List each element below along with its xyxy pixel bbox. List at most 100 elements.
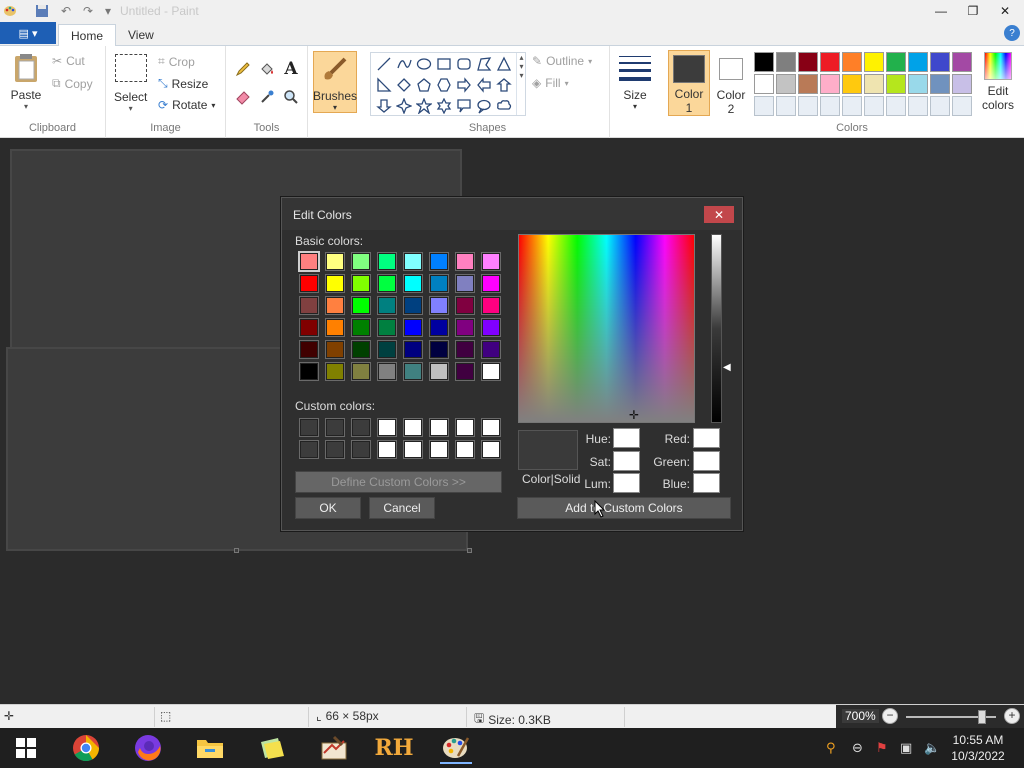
rounded-rectangle-shape-icon[interactable] (454, 54, 474, 74)
right-triangle-shape-icon[interactable] (374, 75, 394, 95)
basic-color-swatch[interactable] (299, 296, 319, 315)
volume-icon[interactable]: 🔈 (924, 740, 940, 756)
palette-color-swatch[interactable] (776, 74, 796, 94)
fill-button[interactable]: ◈ Fill ▾ (532, 76, 569, 90)
tab-home[interactable]: Home (58, 24, 117, 46)
triangle-shape-icon[interactable] (494, 54, 514, 74)
redo-icon[interactable]: ↷ (80, 3, 96, 19)
security-flag-icon[interactable]: ⚑ (876, 740, 888, 756)
palette-color-swatch[interactable] (908, 52, 928, 72)
canvas-resize-handle-corner[interactable] (467, 548, 472, 553)
basic-color-swatch[interactable] (403, 318, 423, 337)
basic-color-swatch[interactable] (403, 362, 423, 381)
tab-view[interactable]: View (116, 24, 166, 46)
green-input[interactable] (693, 451, 720, 471)
basic-color-swatch[interactable] (455, 318, 475, 337)
custom-color-swatch[interactable] (299, 418, 319, 437)
blue-input[interactable] (693, 473, 720, 493)
file-menu-button[interactable]: ▤ ▾ (0, 22, 56, 44)
network-icon[interactable]: ▣ (900, 740, 912, 756)
custom-color-swatch[interactable] (299, 440, 319, 459)
hexagon-shape-icon[interactable] (434, 75, 454, 95)
four-point-star-shape-icon[interactable] (394, 96, 414, 116)
ok-button[interactable]: OK (295, 497, 361, 519)
custom-color-swatch[interactable] (351, 418, 371, 437)
basic-color-swatch[interactable] (351, 252, 371, 271)
palette-color-swatch[interactable] (886, 74, 906, 94)
basic-color-swatch[interactable] (377, 296, 397, 315)
custom-color-swatch[interactable] (481, 440, 501, 459)
search-icon[interactable]: ⚲ (826, 740, 836, 756)
custom-color-swatch[interactable] (455, 418, 475, 437)
palette-color-swatch[interactable] (798, 52, 818, 72)
basic-color-swatch[interactable] (481, 362, 501, 381)
basic-color-swatch[interactable] (403, 340, 423, 359)
basic-color-swatch[interactable] (481, 340, 501, 359)
palette-color-swatch[interactable] (842, 52, 862, 72)
custom-color-swatch[interactable] (377, 418, 397, 437)
rotate-button[interactable]: ⟳ Rotate ▾ (158, 98, 215, 112)
file-explorer-icon[interactable] (194, 732, 226, 764)
add-to-custom-colors-button[interactable]: Add to Custom Colors (517, 497, 731, 519)
diamond-shape-icon[interactable] (394, 75, 414, 95)
basic-color-swatch[interactable] (299, 318, 319, 337)
basic-color-swatch[interactable] (403, 274, 423, 293)
define-custom-colors-button[interactable]: Define Custom Colors >> (295, 471, 502, 493)
basic-color-swatch[interactable] (325, 296, 345, 315)
basic-color-swatch[interactable] (325, 318, 345, 337)
pentagon-shape-icon[interactable] (414, 75, 434, 95)
palette-empty-swatch[interactable] (776, 96, 796, 116)
edit-colors-button[interactable]: Edit colors (976, 52, 1020, 112)
palette-empty-swatch[interactable] (754, 96, 774, 116)
text-tool-icon[interactable]: A (280, 58, 302, 80)
basic-color-swatch[interactable] (429, 274, 449, 293)
basic-color-swatch[interactable] (351, 318, 371, 337)
down-arrow-shape-icon[interactable] (374, 96, 394, 116)
basic-color-swatch[interactable] (351, 340, 371, 359)
six-point-star-shape-icon[interactable] (434, 96, 454, 116)
magnifier-icon[interactable] (280, 86, 302, 108)
palette-empty-swatch[interactable] (952, 96, 972, 116)
lum-input[interactable] (613, 473, 640, 493)
color1-button[interactable]: Color 1 (668, 50, 710, 116)
basic-color-swatch[interactable] (455, 296, 475, 315)
windows-start-icon[interactable] (10, 732, 42, 764)
custom-color-swatch[interactable] (455, 440, 475, 459)
palette-color-swatch[interactable] (798, 74, 818, 94)
cut-button[interactable]: ✂ Cut (52, 54, 85, 68)
canvas-resize-handle-bottom[interactable] (234, 548, 239, 553)
red-input[interactable] (693, 428, 720, 448)
basic-color-swatch[interactable] (325, 252, 345, 271)
hue-input[interactable] (613, 428, 640, 448)
sticky-notes-icon[interactable] (256, 732, 288, 764)
palette-color-swatch[interactable] (864, 52, 884, 72)
undo-icon[interactable]: ↶ (58, 3, 74, 19)
custom-color-swatch[interactable] (403, 418, 423, 437)
curve-shape-icon[interactable] (394, 54, 414, 74)
notification-minus-icon[interactable]: ⊖ (852, 740, 863, 756)
rh-app-icon[interactable]: RH (374, 732, 413, 764)
right-arrow-shape-icon[interactable] (454, 75, 474, 95)
basic-color-swatch[interactable] (455, 340, 475, 359)
palette-color-swatch[interactable] (908, 74, 928, 94)
size-button[interactable]: Size ▾ (619, 52, 651, 111)
basic-color-swatch[interactable] (325, 340, 345, 359)
basic-color-swatch[interactable] (299, 362, 319, 381)
basic-color-swatch[interactable] (298, 251, 320, 272)
palette-color-swatch[interactable] (952, 52, 972, 72)
fill-bucket-icon[interactable] (256, 58, 278, 80)
palette-empty-swatch[interactable] (886, 96, 906, 116)
palette-color-swatch[interactable] (952, 74, 972, 94)
five-point-star-shape-icon[interactable] (414, 96, 434, 116)
copy-button[interactable]: ⧉ Copy (52, 76, 93, 91)
shapes-scroll[interactable]: ▴ ▾ ▾ (516, 53, 526, 115)
palette-color-swatch[interactable] (886, 52, 906, 72)
taskbar-app-icon[interactable] (318, 732, 350, 764)
palette-color-swatch[interactable] (820, 52, 840, 72)
left-arrow-shape-icon[interactable] (474, 75, 494, 95)
palette-color-swatch[interactable] (754, 74, 774, 94)
help-icon[interactable]: ? (1004, 25, 1020, 41)
custom-color-swatch[interactable] (429, 418, 449, 437)
brushes-button[interactable]: Brushes ▾ (313, 51, 357, 113)
basic-color-swatch[interactable] (377, 362, 397, 381)
